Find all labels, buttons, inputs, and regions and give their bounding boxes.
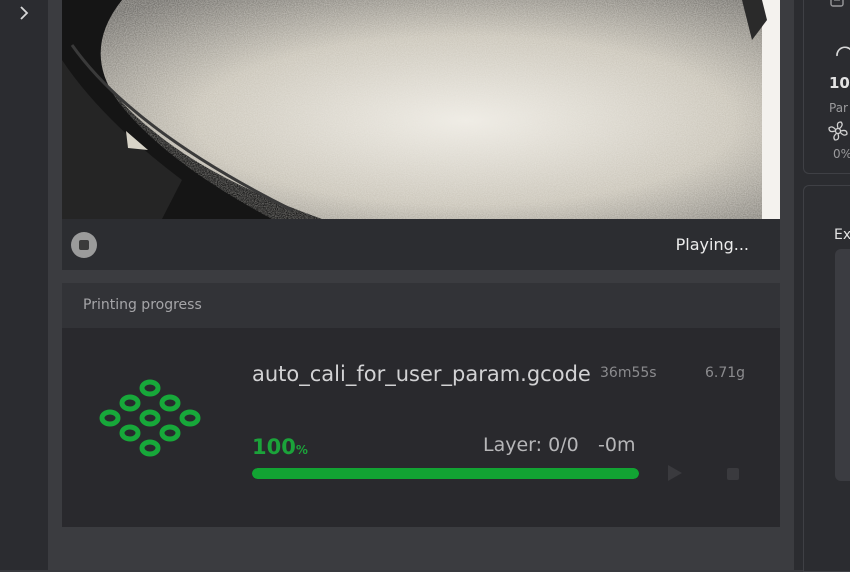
- speed-gauge-icon: [836, 46, 850, 57]
- camera-frame-image: [62, 0, 780, 219]
- stop-stream-button[interactable]: [71, 232, 97, 258]
- progress-bar-fill: [252, 468, 639, 479]
- left-sidebar: [0, 0, 48, 570]
- right-panel: 10 Par 0% Ex: [794, 0, 850, 572]
- stop-print-button[interactable]: [727, 468, 739, 480]
- printing-progress-card: Printing progress auto_cali_for_user_par…: [62, 283, 780, 527]
- progress-header: Printing progress: [62, 283, 780, 328]
- remaining-time: -0m: [598, 434, 636, 456]
- progress-percent-value: 100: [252, 435, 296, 459]
- document-icon: [830, 0, 844, 7]
- camera-controls: Playing...: [62, 219, 780, 270]
- time-estimate: 36m55s: [600, 365, 657, 381]
- progress-percent-sign: %: [295, 443, 308, 457]
- file-name: auto_cali_for_user_param.gcode: [252, 362, 591, 386]
- extruder-slot: [835, 249, 850, 481]
- camera-view: [62, 0, 780, 219]
- chevron-right-icon[interactable]: [16, 4, 32, 22]
- camera-card: Playing...: [62, 0, 780, 270]
- layer-count: Layer: 0/0: [483, 434, 579, 456]
- stream-status: Playing...: [675, 235, 749, 254]
- extruder-label: Ex: [834, 227, 850, 243]
- progress-bar: [252, 468, 639, 479]
- print-thumbnail-icon: [99, 379, 201, 457]
- progress-body: auto_cali_for_user_param.gcode 36m55s 6.…: [62, 328, 780, 527]
- resume-button[interactable]: [668, 465, 682, 481]
- fan-icon[interactable]: [827, 120, 849, 142]
- filament-weight: 6.71g: [705, 365, 746, 381]
- extruder-card: Ex: [803, 185, 850, 572]
- status-card: 10 Par 0%: [803, 0, 850, 174]
- progress-title: Printing progress: [83, 297, 202, 313]
- fan-value: 0%: [833, 147, 850, 161]
- progress-percent: 100%: [252, 435, 308, 459]
- part-fan-label: Par: [829, 101, 848, 115]
- speed-value: 10: [829, 74, 850, 92]
